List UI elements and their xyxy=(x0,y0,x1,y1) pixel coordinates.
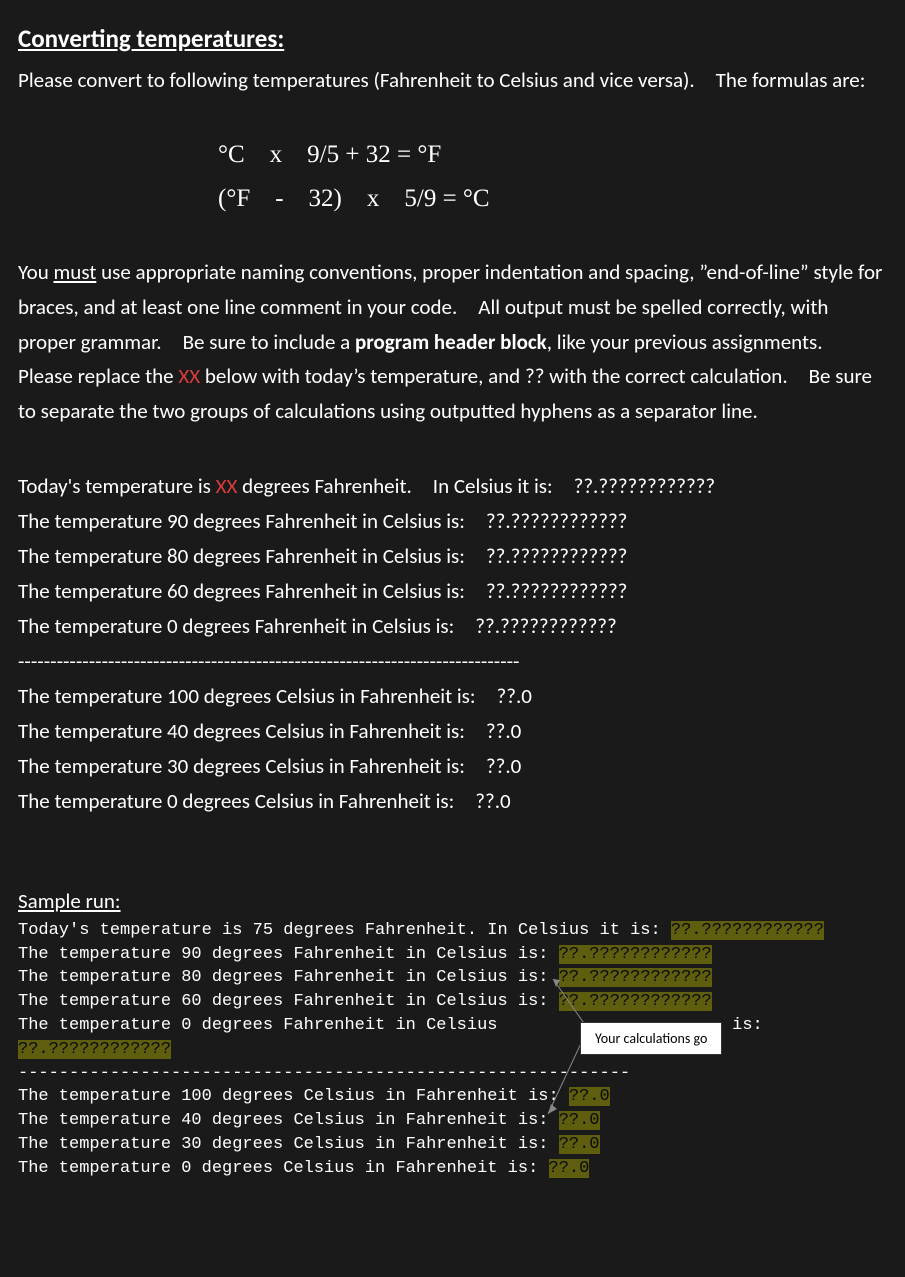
sample-line: The temperature 60 degrees Fahrenheit in… xyxy=(18,990,887,1014)
output-line: The temperature 60 degrees Fahrenheit in… xyxy=(18,574,887,609)
text-fragment: The temperature 80 degrees Fahrenheit in… xyxy=(18,968,559,987)
sample-line: ??.???????????? xyxy=(18,1038,887,1062)
highlighted-value: ??.0 xyxy=(549,1159,590,1178)
callout-box: Your calculations go xyxy=(580,1022,722,1056)
sample-line: The temperature 0 degrees Fahrenheit in … xyxy=(18,1014,887,1038)
output-line: The temperature 0 degrees Fahrenheit in … xyxy=(18,609,887,644)
highlighted-value: ??.???????????? xyxy=(671,921,824,940)
text-fragment: The temperature 0 degrees Celsius in Fah… xyxy=(18,1159,549,1178)
highlighted-value: ??.0 xyxy=(559,1135,600,1154)
section-heading: Converting temperatures: xyxy=(18,18,887,59)
output-line: Today's temperature is XX degrees Fahren… xyxy=(18,469,887,504)
xx-placeholder: XX xyxy=(178,363,200,389)
highlighted-value: ??.???????????? xyxy=(18,1040,171,1059)
text-fragment: The temperature 60 degrees Fahrenheit in… xyxy=(18,992,559,1011)
text-fragment: The temperature 0 degrees Fahrenheit in … xyxy=(18,1016,497,1035)
output-line: The temperature 40 degrees Celsius in Fa… xyxy=(18,714,887,749)
formula-block: °C x 9/5 + 32 = °F (°F - 32) x 5/9 = °C xyxy=(218,133,887,221)
text-fragment: degrees Fahrenheit. In Celsius it is: ??… xyxy=(237,473,715,499)
output-line: The temperature 80 degrees Fahrenheit in… xyxy=(18,539,887,574)
text-fragment: The temperature 100 degrees Celsius in F… xyxy=(18,1087,569,1106)
text-fragment: You xyxy=(18,259,54,285)
text-fragment: is: xyxy=(732,1016,763,1035)
sample-run-heading: Sample run: xyxy=(18,884,887,919)
xx-placeholder: XX xyxy=(216,473,238,499)
arrow-icon xyxy=(548,974,593,1029)
intro-text: Please convert to following temperatures… xyxy=(18,63,887,98)
sample-line: The temperature 80 degrees Fahrenheit in… xyxy=(18,966,887,990)
output-line: The temperature 100 degrees Celsius in F… xyxy=(18,679,887,714)
sample-line: The temperature 40 degrees Celsius in Fa… xyxy=(18,1109,887,1133)
highlighted-value: ??.???????????? xyxy=(559,945,712,964)
text-fragment: The temperature 30 degrees Celsius in Fa… xyxy=(18,1135,559,1154)
formula-c-to-f: °C x 9/5 + 32 = °F xyxy=(218,133,887,177)
sample-line: The temperature 0 degrees Celsius in Fah… xyxy=(18,1157,887,1181)
separator-line: ----------------------------------------… xyxy=(18,1062,887,1086)
instructions-paragraph: You must use appropriate naming conventi… xyxy=(18,255,887,428)
text-fragment: The temperature 40 degrees Celsius in Fa… xyxy=(18,1111,559,1130)
separator-line: ----------------------------------------… xyxy=(18,644,887,679)
text-fragment: Today's temperature is 75 degrees Fahren… xyxy=(18,921,671,940)
expected-output-block: Today's temperature is XX degrees Fahren… xyxy=(18,469,887,820)
sample-line: Today's temperature is 75 degrees Fahren… xyxy=(18,919,887,943)
sample-run-block: Today's temperature is 75 degrees Fahren… xyxy=(18,919,887,1181)
output-line: The temperature 90 degrees Fahrenheit in… xyxy=(18,504,887,539)
text-fragment: The temperature 90 degrees Fahrenheit in… xyxy=(18,945,559,964)
formula-f-to-c: (°F - 32) x 5/9 = °C xyxy=(218,177,887,221)
output-line: The temperature 30 degrees Celsius in Fa… xyxy=(18,749,887,784)
must-text: must xyxy=(54,259,97,285)
sample-line: The temperature 90 degrees Fahrenheit in… xyxy=(18,943,887,967)
program-header-block-text: program header block xyxy=(355,329,547,355)
sample-line: The temperature 30 degrees Celsius in Fa… xyxy=(18,1133,887,1157)
text-fragment: Today's temperature is xyxy=(18,473,216,499)
output-line: The temperature 0 degrees Celsius in Fah… xyxy=(18,784,887,819)
sample-line: The temperature 100 degrees Celsius in F… xyxy=(18,1085,887,1109)
